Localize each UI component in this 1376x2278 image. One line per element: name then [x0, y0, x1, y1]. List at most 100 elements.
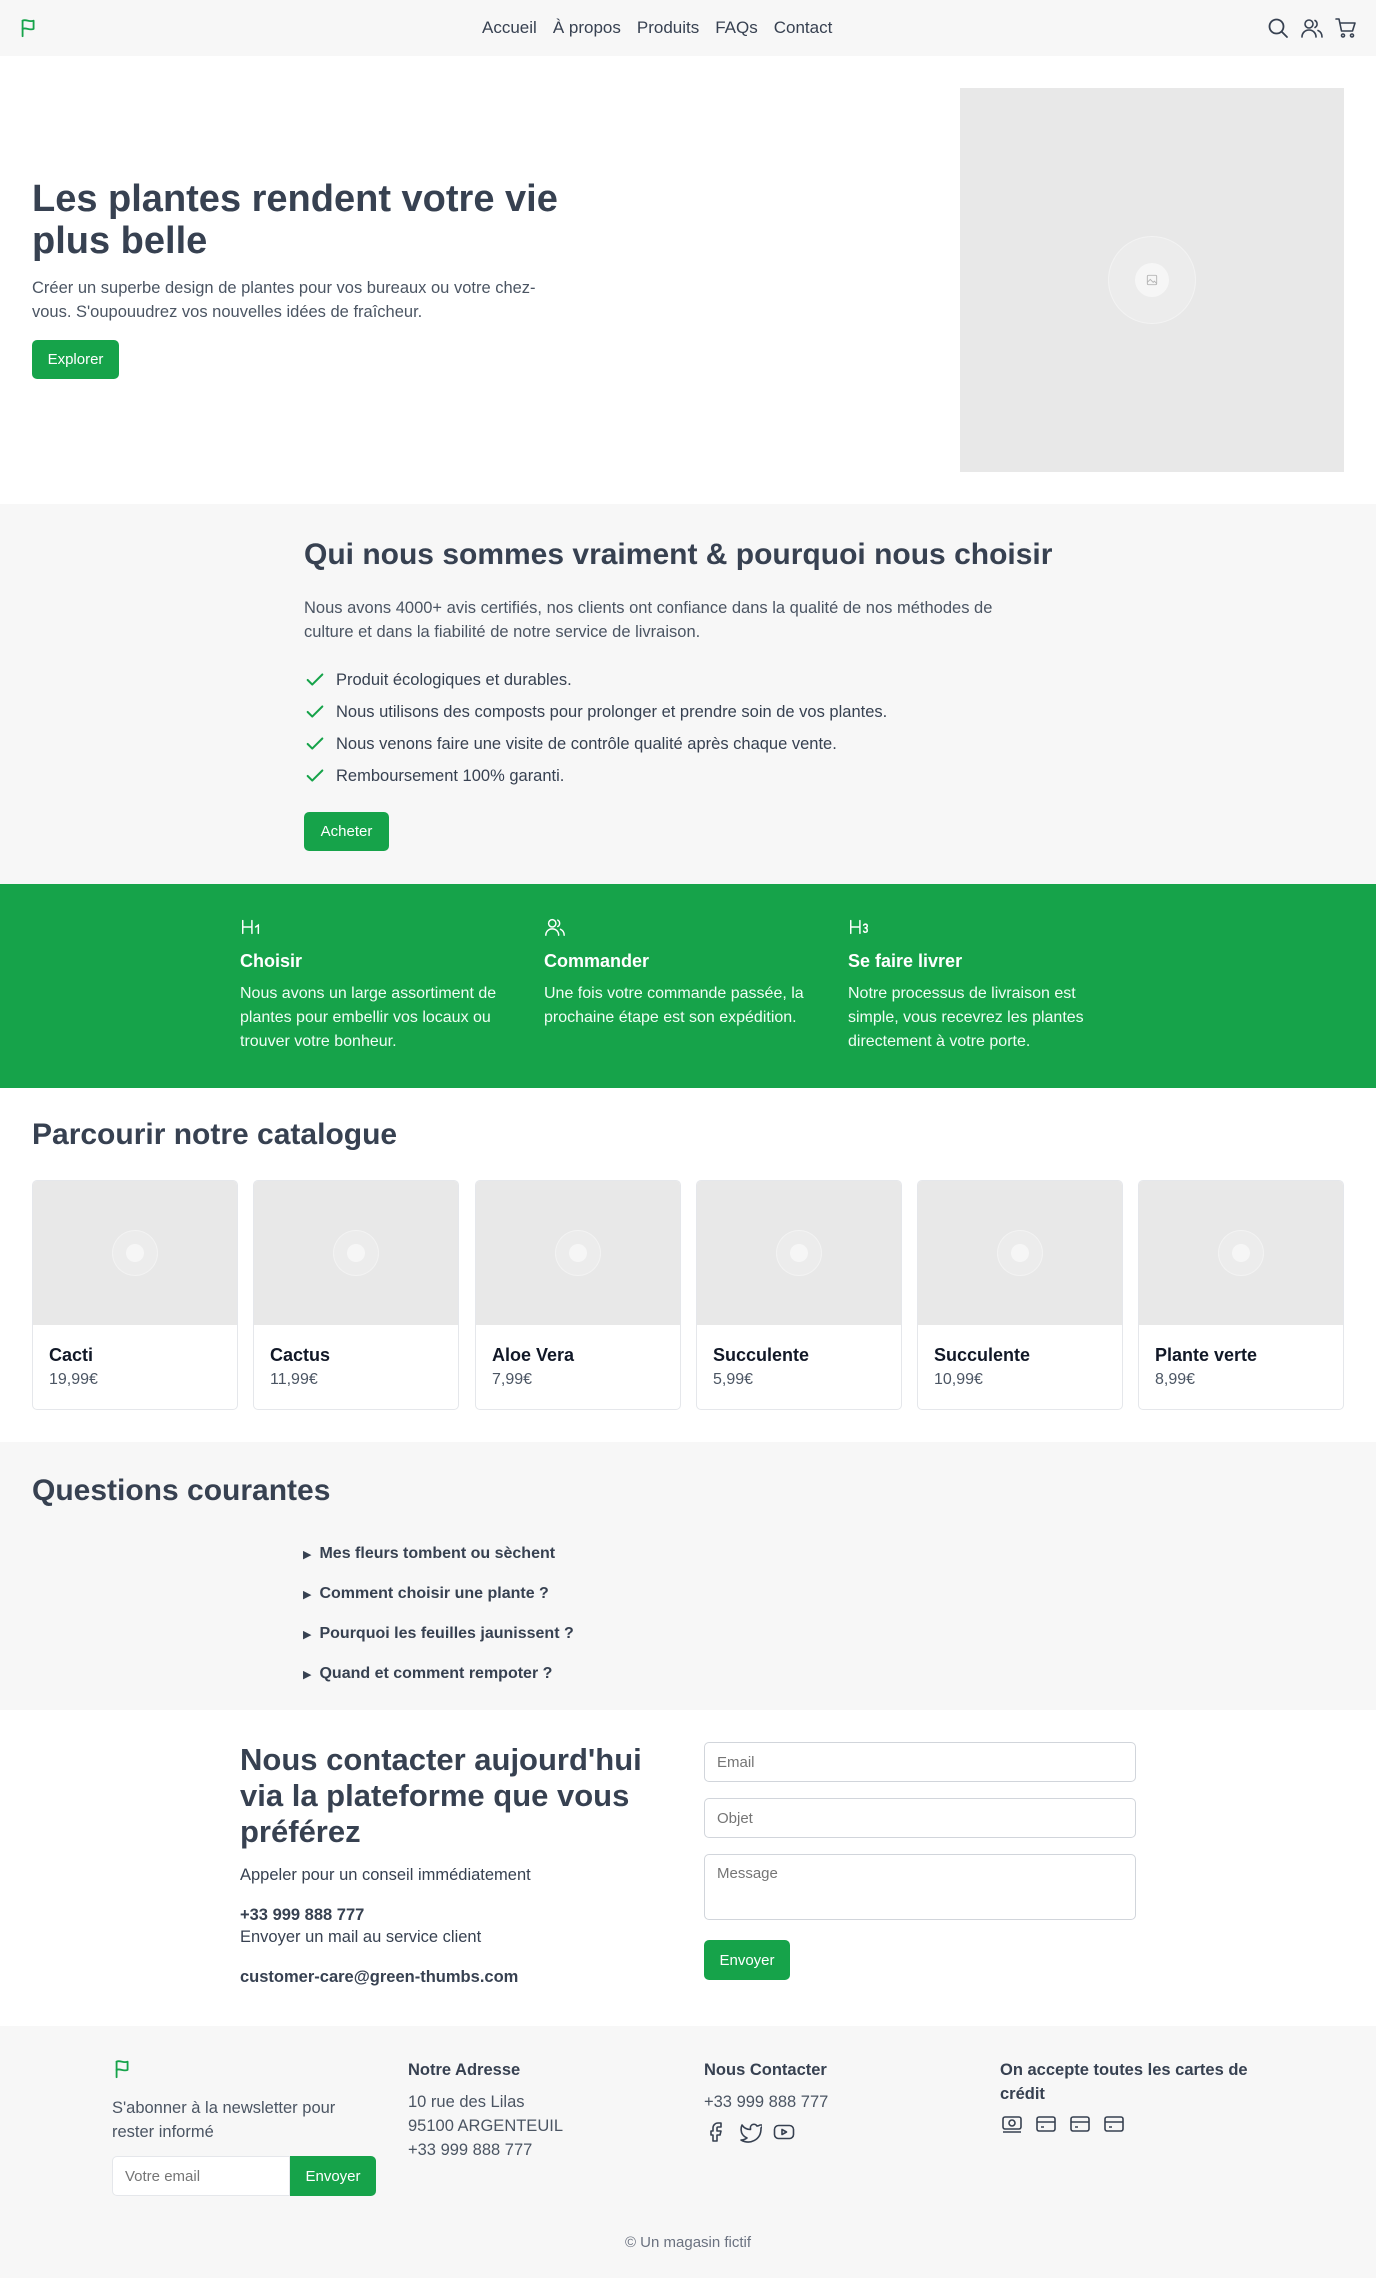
step-title: Choisir: [240, 951, 303, 971]
flag-logo-icon[interactable]: [112, 2058, 134, 2080]
flag-logo-icon[interactable]: [18, 17, 40, 39]
buy-button[interactable]: Acheter: [304, 812, 389, 851]
check-icon: [304, 765, 326, 787]
product-card[interactable]: Cactus 11,99€: [253, 1180, 459, 1410]
step-text: Nous avons un large assortiment de plant…: [240, 985, 497, 1050]
top-navbar: Accueil À propos Produits FAQs Contact: [0, 0, 1376, 56]
newsletter-text: S'abonner à la newsletter pour rester in…: [112, 2099, 336, 2141]
image-placeholder-icon: [997, 1230, 1043, 1276]
check-icon: [304, 701, 326, 723]
step-title: Commander: [544, 951, 650, 971]
steps-section: Choisir Nous avons un large assortiment …: [0, 884, 1376, 1088]
shopping-cart-icon[interactable]: [1334, 16, 1358, 40]
product-image-placeholder: [697, 1181, 901, 1325]
nav-link-faqs[interactable]: FAQs: [715, 18, 758, 38]
disclosure-triangle-icon: ▶: [303, 1628, 312, 1641]
product-name: Plante verte: [1155, 1345, 1258, 1365]
catalog-title: Parcourir notre catalogue: [32, 1118, 398, 1151]
subject-field[interactable]: [704, 1798, 1136, 1838]
product-card[interactable]: Aloe Vera 7,99€: [475, 1180, 681, 1410]
faq-item[interactable]: ▶ Mes fleurs tombent ou sèchent: [303, 1534, 574, 1574]
why-list: Produit écologiques et durables. Nous ut…: [304, 664, 887, 792]
credit-card-icon: [1102, 2112, 1126, 2136]
product-name: Aloe Vera: [492, 1345, 575, 1365]
facebook-icon[interactable]: [704, 2120, 728, 2144]
why-item-text: Remboursement 100% garanti.: [336, 766, 565, 785]
step-choose: Choisir Nous avons un large assortiment …: [240, 916, 515, 1054]
product-price: 19,99€: [49, 1371, 98, 1388]
email-field[interactable]: [704, 1742, 1136, 1782]
send-button[interactable]: Envoyer: [704, 1940, 790, 1980]
product-image-placeholder: [1139, 1181, 1343, 1325]
hero-subtitle: Créer un superbe design de plantes pour …: [32, 279, 536, 321]
why-list-item: Remboursement 100% garanti.: [304, 760, 887, 792]
disclosure-triangle-icon: ▶: [303, 1548, 312, 1561]
faq-item[interactable]: ▶ Quand et comment rempoter ?: [303, 1654, 574, 1694]
faq-question: Comment choisir une plante ?: [319, 1585, 549, 1602]
faq-item[interactable]: ▶ Comment choisir une plante ?: [303, 1574, 574, 1614]
why-list-item: Nous venons faire une visite de contrôle…: [304, 728, 887, 760]
faq-list: ▶ Mes fleurs tombent ou sèchent ▶ Comment …: [303, 1534, 574, 1694]
product-image-placeholder: [254, 1181, 458, 1325]
product-card[interactable]: Plante verte 8,99€: [1138, 1180, 1344, 1410]
product-image-placeholder: [476, 1181, 680, 1325]
why-title: Qui nous sommes vraiment & pourquoi nous…: [304, 538, 1053, 571]
image-placeholder-icon: [776, 1230, 822, 1276]
contact-phone[interactable]: +33 999 888 777: [240, 1906, 364, 1925]
product-name: Cacti: [49, 1345, 94, 1365]
product-price: 7,99€: [492, 1371, 533, 1388]
cash-icon: [1000, 2112, 1024, 2136]
message-field[interactable]: [704, 1854, 1136, 1920]
address-line: 95100 ARGENTEUIL: [408, 2117, 563, 2135]
footer-contact-phone: +33 999 888 777: [704, 2093, 829, 2111]
catalog-section: Parcourir notre catalogue Cacti 19,99€ C…: [0, 1088, 1376, 1442]
nav-link-contact[interactable]: Contact: [774, 18, 833, 38]
faq-section: Questions courantes ▶ Mes fleurs tombent …: [0, 1442, 1376, 1710]
explore-button[interactable]: Explorer: [32, 340, 119, 379]
faq-question: Mes fleurs tombent ou sèchent: [319, 1545, 556, 1562]
address-title: Notre Adresse: [408, 2061, 521, 2079]
hero-title: Les plantes rendent votre vie plus belle: [32, 178, 558, 262]
hero-section: Les plantes rendent votre vie plus belle…: [0, 56, 1376, 504]
twitter-icon[interactable]: [738, 2120, 762, 2144]
product-price: 5,99€: [713, 1371, 754, 1388]
nav-link-produits[interactable]: Produits: [637, 18, 699, 38]
contact-call-text: Appeler pour un conseil immédiatement: [240, 1866, 531, 1884]
product-price: 10,99€: [934, 1371, 983, 1388]
credit-card-icon: [1034, 2112, 1058, 2136]
copyright: © Un magasin fictif: [624, 2234, 752, 2251]
youtube-icon[interactable]: [772, 2120, 796, 2144]
user-account-icon[interactable]: [1300, 16, 1324, 40]
hero-image-placeholder: [960, 88, 1344, 472]
product-card[interactable]: Succulente 5,99€: [696, 1180, 902, 1410]
footer-contact-title: Nous Contacter: [704, 2061, 827, 2079]
why-item-text: Nous utilisons des composts pour prolong…: [336, 702, 888, 721]
check-icon: [304, 733, 326, 755]
search-icon[interactable]: [1266, 16, 1290, 40]
nav-link-accueil[interactable]: Accueil: [482, 18, 537, 38]
faq-question: Quand et comment rempoter ?: [319, 1665, 553, 1682]
image-placeholder-icon: [333, 1230, 379, 1276]
newsletter-email-input[interactable]: [112, 2156, 290, 2196]
nav-link-a-propos[interactable]: À propos: [553, 18, 621, 38]
faq-item[interactable]: ▶ Pourquoi les feuilles jaunissent ?: [303, 1614, 574, 1654]
step-text: Notre processus de livraison est simple,…: [848, 985, 1084, 1050]
product-card[interactable]: Cacti 19,99€: [32, 1180, 238, 1410]
product-card[interactable]: Succulente 10,99€: [917, 1180, 1123, 1410]
newsletter-send-button[interactable]: Envoyer: [290, 2156, 376, 2196]
image-placeholder-icon: [112, 1230, 158, 1276]
step-order: Commander Une fois votre commande passée…: [544, 916, 819, 1030]
contact-title: Nous contacter aujourd'hui via la platef…: [240, 1742, 642, 1849]
product-image-placeholder: [33, 1181, 237, 1325]
heading-icon: [240, 919, 262, 942]
social-icons: [704, 2120, 974, 2144]
why-list-item: Produit écologiques et durables.: [304, 664, 887, 696]
address-line: 10 rue des Lilas: [408, 2093, 525, 2111]
contact-section: Nous contacter aujourd'hui via la platef…: [0, 1710, 1376, 2026]
footer-address: Notre Adresse 10 rue des Lilas 95100 ARG…: [408, 2058, 678, 2162]
disclosure-triangle-icon: ▶: [303, 1588, 312, 1601]
step-text: Une fois votre commande passée, la proch…: [544, 985, 804, 1026]
product-image-placeholder: [918, 1181, 1122, 1325]
image-placeholder-icon: [1108, 236, 1196, 324]
contact-email[interactable]: customer-care@green-thumbs.com: [240, 1968, 518, 1987]
